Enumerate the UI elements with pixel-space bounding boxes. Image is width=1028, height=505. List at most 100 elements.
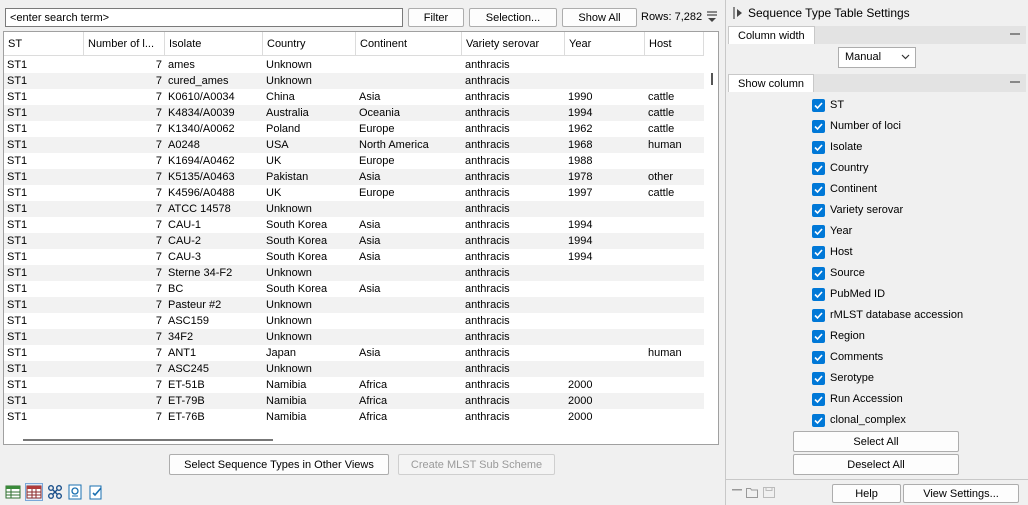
table-row[interactable]: ST1 7 ames Unknown anthracis: [4, 57, 704, 73]
column-visibility-option[interactable]: Country: [812, 160, 869, 176]
table-row[interactable]: ST1 7 ET-51B Namibia Africa anthracis 2000: [4, 377, 704, 393]
table-row[interactable]: ST1 7 CAU-3 South Korea Asia anthracis 1994: [4, 249, 704, 265]
checkbox-checked-icon[interactable]: [812, 371, 825, 385]
table-cell: [645, 393, 704, 409]
column-visibility-option[interactable]: Continent: [812, 181, 877, 197]
checkbox-checked-icon[interactable]: [812, 329, 825, 343]
create-mlst-sub-scheme-button[interactable]: Create MLST Sub Scheme: [398, 454, 555, 475]
vertical-scrollbar[interactable]: [711, 73, 713, 85]
column-header[interactable]: ST: [4, 32, 84, 56]
column-visibility-option[interactable]: Serotype: [812, 370, 874, 386]
table-row[interactable]: ST1 7 K4834/A0039 Australia Oceania anthracis…: [4, 105, 704, 121]
column-visibility-option[interactable]: Number of loci: [812, 118, 901, 134]
column-width-tab[interactable]: Column width: [728, 26, 815, 44]
column-visibility-option[interactable]: Host: [812, 244, 853, 260]
checkbox-checked-icon[interactable]: [812, 224, 825, 238]
table-row[interactable]: ST1 7 K1694/A0462 UK Europe anthracis 1988: [4, 153, 704, 169]
folder-icon[interactable]: [746, 487, 758, 498]
column-header[interactable]: Isolate: [165, 32, 263, 56]
column-header[interactable]: Number of l...: [84, 32, 165, 56]
table-row[interactable]: ST1 7 ASC159 Unknown anthracis: [4, 313, 704, 329]
deselect-all-button[interactable]: Deselect All: [793, 454, 959, 475]
checkbox-checked-icon[interactable]: [812, 392, 825, 406]
checkbox-checked-icon[interactable]: [812, 245, 825, 259]
select-in-other-views-button[interactable]: Select Sequence Types in Other Views: [169, 454, 389, 475]
table-row[interactable]: ST1 7 K5135/A0463 Pakistan Asia anthracis 1978…: [4, 169, 704, 185]
column-visibility-option[interactable]: rMLST database accession: [812, 307, 963, 323]
column-width-section-header[interactable]: Column width: [728, 26, 1026, 44]
table-row[interactable]: ST1 7 ET-76B Namibia Africa anthracis 2000: [4, 409, 704, 425]
filter-button[interactable]: Filter: [408, 8, 464, 27]
table-row[interactable]: ST1 7 K0610/A0034 China Asia anthracis 1990 cat…: [4, 89, 704, 105]
selection-button[interactable]: Selection...: [469, 8, 557, 27]
save-icon[interactable]: [763, 487, 775, 498]
select-all-button[interactable]: Select All: [793, 431, 959, 452]
horizontal-scroll-thumb[interactable]: [23, 439, 273, 441]
minimize-icon[interactable]: [1010, 81, 1020, 83]
checkbox-checked-icon[interactable]: [812, 350, 825, 364]
show-column-tab[interactable]: Show column: [728, 74, 815, 92]
table-row[interactable]: ST1 7 34F2 Unknown anthracis: [4, 329, 704, 345]
column-visibility-option[interactable]: ST: [812, 97, 844, 113]
column-visibility-option[interactable]: clonal_complex: [812, 412, 906, 428]
column-visibility-option[interactable]: Isolate: [812, 139, 862, 155]
table-row[interactable]: ST1 7 ASC245 Unknown anthracis: [4, 361, 704, 377]
checkbox-checked-icon[interactable]: [812, 182, 825, 196]
table-row[interactable]: ST1 7 CAU-1 South Korea Asia anthracis 1994: [4, 217, 704, 233]
table-row[interactable]: ST1 7 CAU-2 South Korea Asia anthracis 1994: [4, 233, 704, 249]
checkbox-checked-icon[interactable]: [812, 98, 825, 112]
table-row[interactable]: ST1 7 ATCC 14578 Unknown anthracis: [4, 201, 704, 217]
checkbox-checked-icon[interactable]: [812, 140, 825, 154]
column-header[interactable]: Continent: [356, 32, 462, 56]
column-visibility-option[interactable]: Source: [812, 265, 865, 281]
checkbox-checked-icon[interactable]: [812, 161, 825, 175]
checkbox-checked-icon[interactable]: [812, 413, 825, 427]
column-width-select[interactable]: Manual: [838, 47, 916, 68]
checkbox-checked-icon[interactable]: [812, 119, 825, 133]
help-button[interactable]: Help: [832, 484, 901, 503]
collapse-panel-icon[interactable]: [733, 6, 743, 20]
report-icon[interactable]: [67, 484, 83, 500]
table-menu-icon[interactable]: [705, 9, 719, 23]
tree-icon[interactable]: [47, 484, 63, 500]
minimize-icon[interactable]: [1010, 33, 1020, 35]
column-header[interactable]: Host: [645, 32, 704, 56]
column-visibility-option[interactable]: Variety serovar: [812, 202, 903, 218]
spreadsheet-icon[interactable]: [25, 483, 43, 501]
table-row[interactable]: ST1 7 BC South Korea Asia anthracis: [4, 281, 704, 297]
column-header[interactable]: Country: [263, 32, 356, 56]
table-row[interactable]: ST1 7 K1340/A0062 Poland Europe anthracis 1962…: [4, 121, 704, 137]
minus-icon[interactable]: [732, 489, 742, 493]
table-cell: North America: [359, 139, 429, 151]
search-input[interactable]: [5, 8, 403, 27]
table-cell: ST1: [7, 283, 28, 295]
table-cell: ST1: [7, 171, 28, 183]
column-visibility-option[interactable]: Region: [812, 328, 865, 344]
column-visibility-option[interactable]: PubMed ID: [812, 286, 885, 302]
table-row[interactable]: ST1 7 ANT1 Japan Asia anthracis human: [4, 345, 704, 361]
checkbox-checked-icon[interactable]: [812, 287, 825, 301]
table-row[interactable]: ST1 7 K4596/A0488 UK Europe anthracis 1997 catt…: [4, 185, 704, 201]
column-visibility-option[interactable]: Run Accession: [812, 391, 903, 407]
column-header[interactable]: Year: [565, 32, 645, 56]
checklist-icon[interactable]: [88, 484, 104, 500]
column-header[interactable]: Variety serovar: [462, 32, 565, 56]
table-cell: 1994: [568, 235, 593, 247]
show-column-section-header[interactable]: Show column: [728, 74, 1026, 92]
table-row[interactable]: ST1 7 cured_ames Unknown anthracis: [4, 73, 704, 89]
table-cell: Namibia: [266, 395, 307, 407]
checkbox-checked-icon[interactable]: [812, 203, 825, 217]
show-all-button[interactable]: Show All: [562, 8, 637, 27]
table-row[interactable]: ST1 7 Sterne 34-F2 Unknown anthracis: [4, 265, 704, 281]
checkbox-checked-icon[interactable]: [812, 266, 825, 280]
view-settings-button[interactable]: View Settings...: [903, 484, 1019, 503]
column-visibility-option[interactable]: Comments: [812, 349, 883, 365]
table-row[interactable]: ST1 7 ET-79B Namibia Africa anthracis 2000: [4, 393, 704, 409]
horizontal-scrollbar[interactable]: [5, 435, 705, 444]
column-visibility-option[interactable]: Year: [812, 223, 852, 239]
table-view-icon[interactable]: [5, 484, 21, 500]
table-body: ST1 7 ames Unknown anthracis ST1 7 cured_ames Un…: [4, 57, 704, 437]
checkbox-checked-icon[interactable]: [812, 308, 825, 322]
table-row[interactable]: ST1 7 A0248 USA North America anthracis 1968 hu…: [4, 137, 704, 153]
table-row[interactable]: ST1 7 Pasteur #2 Unknown anthracis: [4, 297, 704, 313]
